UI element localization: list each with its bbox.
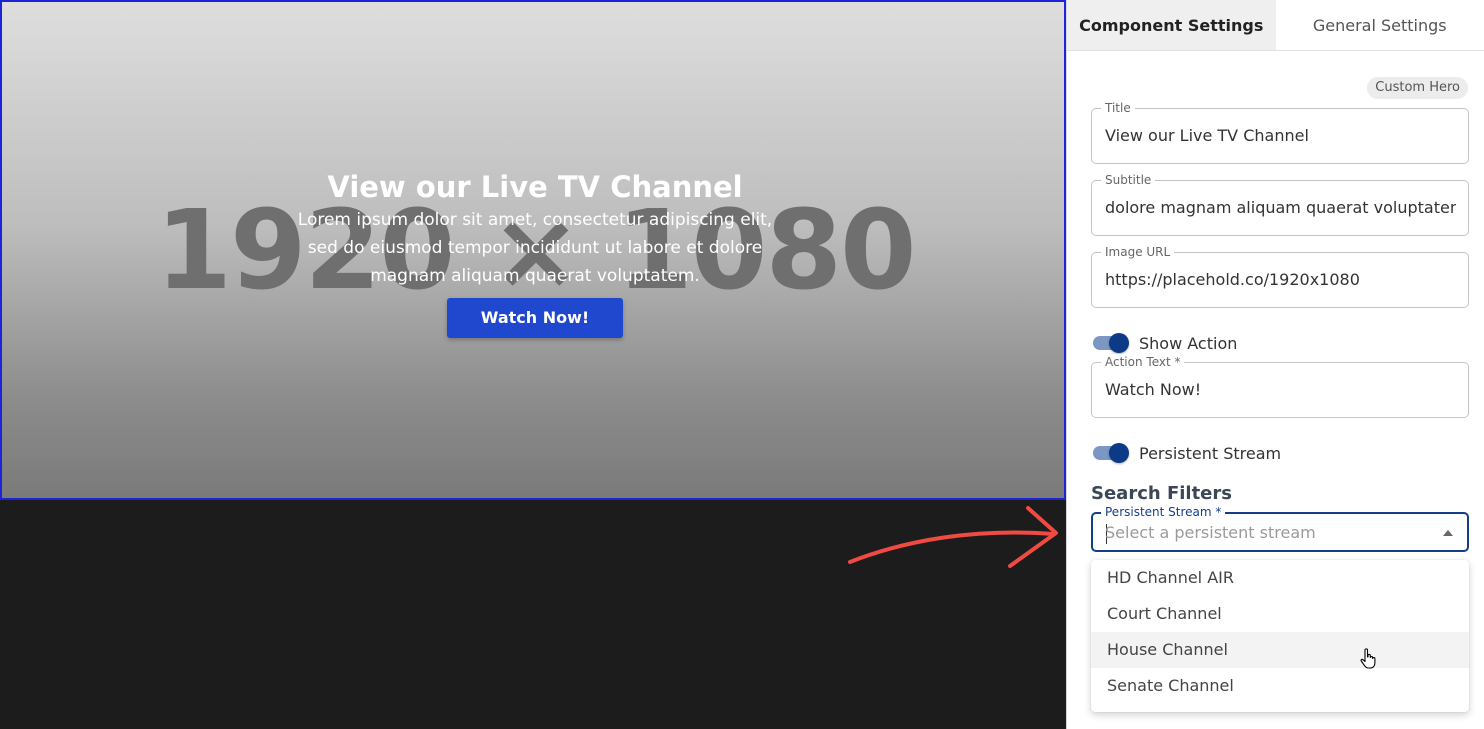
hero-subtitle: Lorem ipsum dolor sit amet, consectetur … <box>297 210 773 286</box>
persistent-stream-toggle-row: Persistent Stream <box>1091 441 1281 465</box>
persistent-stream-label: Persistent Stream <box>1139 443 1282 463</box>
search-filters-heading: Search Filters <box>1091 483 1232 504</box>
image-url-field[interactable]: Image URL https://placehold.co/1920x1080 <box>1091 244 1469 308</box>
toggle-thumb <box>1109 333 1129 353</box>
option-court-channel[interactable]: Court Channel <box>1091 596 1469 632</box>
option-house-channel[interactable]: House Channel <box>1091 632 1469 668</box>
tab-component-settings[interactable]: Component Settings <box>1067 0 1276 50</box>
show-action-toggle-row: Show Action <box>1091 331 1237 355</box>
persistent-stream-toggle[interactable] <box>1091 441 1129 465</box>
option-senate-channel[interactable]: Senate Channel <box>1091 668 1469 704</box>
persistent-stream-select-placeholder[interactable]: Select a persistent stream <box>1105 514 1455 552</box>
tab-general-settings[interactable]: General Settings <box>1276 0 1484 50</box>
component-type-badge: Custom Hero <box>1367 77 1468 99</box>
hero-content: View our Live TV Channel Lorem ipsum dol… <box>2 168 1064 338</box>
title-field-value[interactable]: View our Live TV Channel <box>1105 109 1456 163</box>
pointer-hand-icon <box>1360 648 1376 669</box>
persistent-stream-select[interactable]: Persistent Stream * Select a persistent … <box>1091 504 1469 552</box>
subtitle-field[interactable]: Subtitle dolore magnam aliquam quaerat v… <box>1091 172 1469 236</box>
image-url-field-value[interactable]: https://placehold.co/1920x1080 <box>1105 253 1456 307</box>
settings-panel: Component Settings General Settings Cust… <box>1066 0 1484 729</box>
hero-title: View our Live TV Channel <box>327 170 743 204</box>
settings-tabs: Component Settings General Settings <box>1067 0 1484 51</box>
caret-up-icon[interactable] <box>1443 530 1453 536</box>
hero-banner[interactable]: 1920 × 1080 View our Live TV Channel Lor… <box>0 0 1066 500</box>
toggle-thumb <box>1109 443 1129 463</box>
watch-now-button[interactable]: Watch Now! <box>447 298 623 338</box>
option-hd-channel-air[interactable]: HD Channel AIR <box>1091 560 1469 596</box>
subtitle-field-value[interactable]: dolore magnam aliquam quaerat voluptatem… <box>1105 181 1456 235</box>
preview-area: 1920 × 1080 View our Live TV Channel Lor… <box>0 0 1066 729</box>
persistent-stream-options: HD Channel AIR Court Channel House Chann… <box>1091 560 1469 712</box>
title-field[interactable]: Title View our Live TV Channel <box>1091 100 1469 164</box>
action-text-field[interactable]: Action Text * Watch Now! <box>1091 354 1469 418</box>
action-text-field-value[interactable]: Watch Now! <box>1105 363 1456 417</box>
show-action-label: Show Action <box>1139 333 1238 353</box>
annotation-arrow-icon <box>848 506 1058 568</box>
show-action-toggle[interactable] <box>1091 331 1129 355</box>
